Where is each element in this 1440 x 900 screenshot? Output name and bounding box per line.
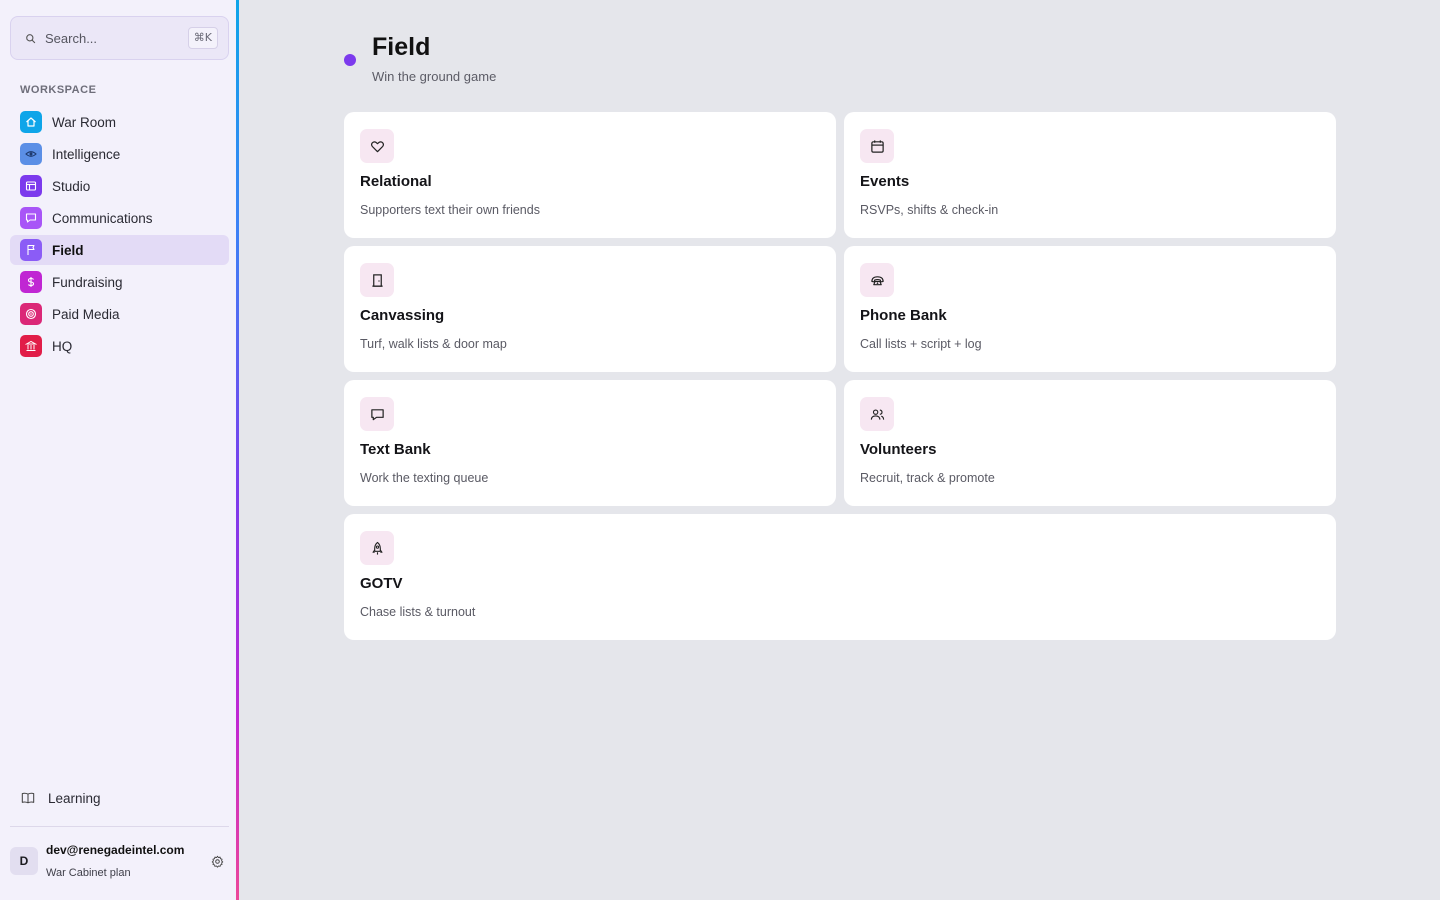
card-description: RSVPs, shifts & check-in xyxy=(860,203,999,217)
user-plan: War Cabinet plan xyxy=(46,867,131,879)
layout-icon xyxy=(20,175,42,197)
sidebar-item-label: HQ xyxy=(52,338,73,354)
search-placeholder: Search... xyxy=(45,30,98,46)
sidebar-divider xyxy=(10,826,229,827)
learning-label: Learning xyxy=(48,790,101,806)
sidebar-item-war-room[interactable]: War Room xyxy=(10,107,229,137)
sidebar-item-label: Communications xyxy=(52,210,153,226)
book-icon xyxy=(20,790,36,806)
sidebar-item-label: Studio xyxy=(52,178,91,194)
card-description: Turf, walk lists & door map xyxy=(360,337,507,351)
heart-icon xyxy=(360,129,394,163)
chat-icon xyxy=(360,397,394,431)
sidebar-item-label: Paid Media xyxy=(52,306,120,322)
dollar-icon xyxy=(20,271,42,293)
message-icon xyxy=(20,207,42,229)
card-title: Volunteers xyxy=(860,441,937,458)
door-icon xyxy=(360,263,394,297)
sidebar-accent-border xyxy=(236,0,239,900)
card-title: Relational xyxy=(360,173,432,190)
card-volunteers[interactable]: Volunteers Recruit, track & promote xyxy=(844,380,1336,506)
flag-icon xyxy=(20,239,42,261)
card-description: Supporters text their own friends xyxy=(360,203,540,217)
card-gotv[interactable]: GOTV Chase lists & turnout xyxy=(344,514,1336,640)
page-accent-dot xyxy=(344,54,356,66)
sidebar-item-field[interactable]: Field xyxy=(10,235,229,265)
sidebar-item-paid-media[interactable]: Paid Media xyxy=(10,299,229,329)
card-canvassing[interactable]: Canvassing Turf, walk lists & door map xyxy=(344,246,836,372)
section-label-workspace: WORKSPACE xyxy=(20,84,97,96)
sidebar-item-hq[interactable]: HQ xyxy=(10,331,229,361)
sidebar-item-label: Field xyxy=(52,242,84,258)
sidebar-item-intelligence[interactable]: Intelligence xyxy=(10,139,229,169)
home-icon xyxy=(20,111,42,133)
card-title: Phone Bank xyxy=(860,307,947,324)
sidebar-nav: War Room Intelligence Studio Communicati… xyxy=(10,107,229,363)
search-icon xyxy=(23,31,37,45)
field-modules-grid: Relational Supporters text their own fri… xyxy=(344,112,1336,640)
building-icon xyxy=(20,335,42,357)
card-title: Events xyxy=(860,173,910,190)
card-description: Recruit, track & promote xyxy=(860,471,995,485)
sidebar: Search... ⌘K WORKSPACE War Room Intellig… xyxy=(0,0,236,900)
page-subtitle: Win the ground game xyxy=(372,69,497,84)
users-icon xyxy=(860,397,894,431)
card-events[interactable]: Events RSVPs, shifts & check-in xyxy=(844,112,1336,238)
sidebar-item-learning[interactable]: Learning xyxy=(20,790,101,806)
card-phone-bank[interactable]: Phone Bank Call lists + script + log xyxy=(844,246,1336,372)
gear-icon[interactable] xyxy=(209,853,225,869)
eye-icon xyxy=(20,143,42,165)
card-text-bank[interactable]: Text Bank Work the texting queue xyxy=(344,380,836,506)
card-relational[interactable]: Relational Supporters text their own fri… xyxy=(344,112,836,238)
search-input[interactable]: Search... ⌘K xyxy=(10,16,229,60)
phone-icon xyxy=(860,263,894,297)
calendar-icon xyxy=(860,129,894,163)
rocket-icon xyxy=(360,531,394,565)
card-description: Work the texting queue xyxy=(360,471,489,485)
card-description: Call lists + script + log xyxy=(860,337,982,351)
card-title: Canvassing xyxy=(360,307,445,324)
card-title: GOTV xyxy=(360,575,403,592)
user-account[interactable]: D dev@renegadeintel.com War Cabinet plan xyxy=(10,836,229,886)
search-shortcut: ⌘K xyxy=(187,27,218,49)
avatar: D xyxy=(10,847,38,875)
sidebar-item-communications[interactable]: Communications xyxy=(10,203,229,233)
user-email: dev@renegadeintel.com xyxy=(46,843,185,857)
sidebar-item-label: Fundraising xyxy=(52,274,123,290)
card-title: Text Bank xyxy=(360,441,431,458)
card-description: Chase lists & turnout xyxy=(360,605,476,619)
sidebar-item-studio[interactable]: Studio xyxy=(10,171,229,201)
sidebar-item-fundraising[interactable]: Fundraising xyxy=(10,267,229,297)
target-icon xyxy=(20,303,42,325)
sidebar-item-label: Intelligence xyxy=(52,146,121,162)
page-title: Field xyxy=(372,33,431,61)
sidebar-item-label: War Room xyxy=(52,114,117,130)
